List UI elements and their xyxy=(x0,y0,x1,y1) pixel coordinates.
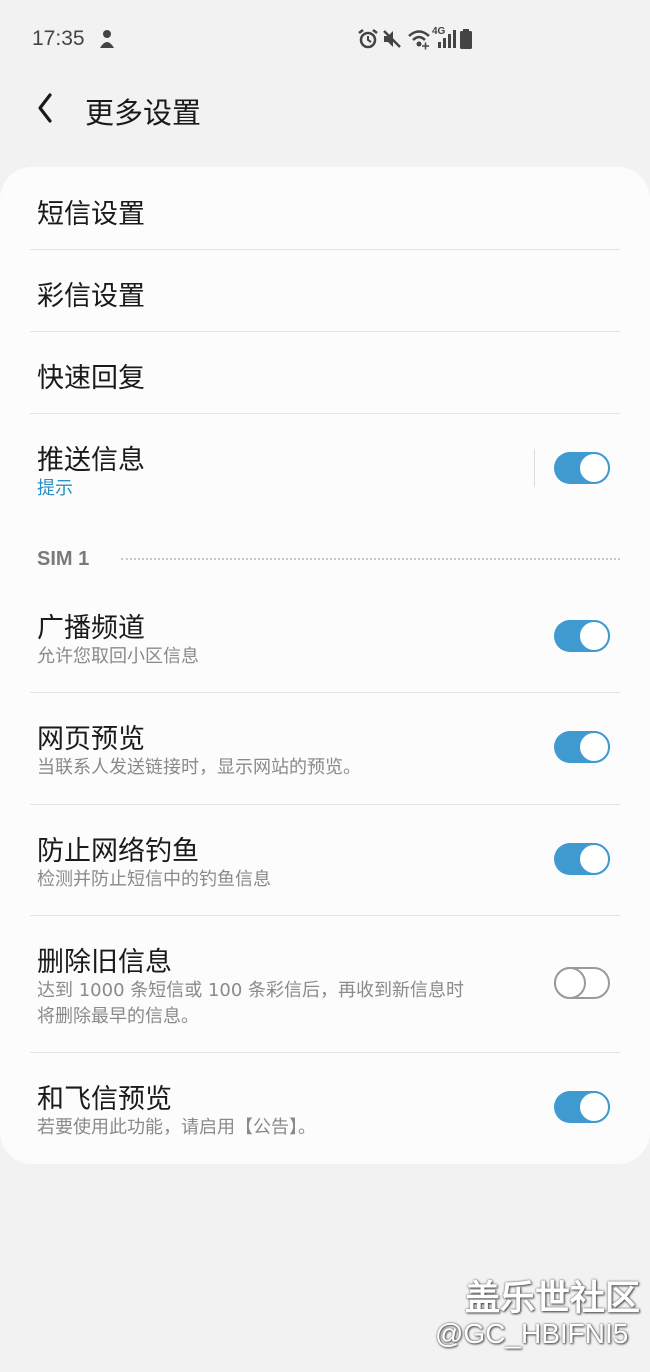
page-title: 更多设置 xyxy=(85,96,202,130)
anti-phishing-toggle[interactable] xyxy=(554,843,610,875)
toggle-knob xyxy=(554,967,586,999)
mms-settings-label: 彩信设置 xyxy=(37,281,145,312)
fetion-preview-subtitle: 若要使用此功能，请启用【公告】。 xyxy=(37,1117,316,1138)
fetion-preview-title: 和飞信预览 xyxy=(37,1084,172,1115)
delete-old-messages-toggle[interactable] xyxy=(554,967,610,999)
anti-phishing-item[interactable]: 防止网络钓鱼 检测并防止短信中的钓鱼信息 xyxy=(0,805,650,915)
toggle-knob xyxy=(578,731,610,763)
alarm-icon xyxy=(357,28,379,54)
mms-settings-item[interactable]: 彩信设置 xyxy=(0,250,650,331)
web-preview-title: 网页预览 xyxy=(37,724,145,755)
delete-old-messages-title: 删除旧信息 xyxy=(37,947,172,978)
anti-phishing-subtitle: 检测并防止短信中的钓鱼信息 xyxy=(37,869,271,890)
status-time: 17:35 xyxy=(32,27,85,50)
fetion-preview-toggle[interactable] xyxy=(554,1091,610,1123)
broadcast-channel-subtitle: 允许您取回小区信息 xyxy=(37,646,199,667)
watermark-handle: @GC_HBIFNI5 xyxy=(435,1318,629,1349)
fetion-preview-item[interactable]: 和飞信预览 若要使用此功能，请启用【公告】。 xyxy=(0,1053,650,1164)
push-message-subtitle: 提示 xyxy=(37,478,73,499)
sim-section-divider xyxy=(121,558,620,560)
push-message-title: 推送信息 xyxy=(37,445,145,476)
toggle-knob xyxy=(578,452,610,484)
push-message-toggle[interactable] xyxy=(554,452,610,484)
wifi-icon xyxy=(407,28,431,54)
app-header: 更多设置 xyxy=(0,80,650,140)
web-preview-item[interactable]: 网页预览 当联系人发送链接时，显示网站的预览。 xyxy=(0,693,650,804)
settings-card: 短信设置 彩信设置 快速回复 推送信息 提示 SIM 1 广播频道 允许您取回小… xyxy=(0,167,650,1164)
sim-section-label: SIM 1 xyxy=(37,548,90,570)
battery-icon xyxy=(459,28,473,54)
vertical-separator xyxy=(534,449,535,487)
status-bar: 17:35 4G xyxy=(0,0,650,80)
quick-reply-item[interactable]: 快速回复 xyxy=(0,332,650,413)
broadcast-channel-toggle[interactable] xyxy=(554,620,610,652)
broadcast-channel-item[interactable]: 广播频道 允许您取回小区信息 xyxy=(0,582,650,692)
sms-settings-label: 短信设置 xyxy=(37,199,145,230)
notification-icon xyxy=(96,28,118,56)
toggle-knob xyxy=(578,843,610,875)
toggle-knob xyxy=(578,620,610,652)
delete-old-messages-subtitle-line2: 将删除最早的信息。 xyxy=(37,1006,199,1027)
push-message-item[interactable]: 推送信息 提示 xyxy=(0,414,650,524)
broadcast-channel-title: 广播频道 xyxy=(37,613,145,644)
toggle-knob xyxy=(578,1091,610,1123)
mute-icon xyxy=(381,28,403,54)
anti-phishing-title: 防止网络钓鱼 xyxy=(37,836,199,867)
quick-reply-label: 快速回复 xyxy=(37,363,145,394)
web-preview-subtitle: 当联系人发送链接时，显示网站的预览。 xyxy=(37,757,361,778)
delete-old-messages-subtitle-line1: 达到 1000 条短信或 100 条彩信后，再收到新信息时 xyxy=(37,980,465,1001)
watermark-title: 盖乐世社区 xyxy=(465,1279,641,1319)
back-button[interactable] xyxy=(28,88,68,128)
delete-old-messages-item[interactable]: 删除旧信息 达到 1000 条短信或 100 条彩信后，再收到新信息时 将删除最… xyxy=(0,916,650,1052)
sms-settings-item[interactable]: 短信设置 xyxy=(0,167,650,249)
back-arrow-icon xyxy=(38,93,52,123)
web-preview-toggle[interactable] xyxy=(554,731,610,763)
signal-icon xyxy=(436,28,456,54)
